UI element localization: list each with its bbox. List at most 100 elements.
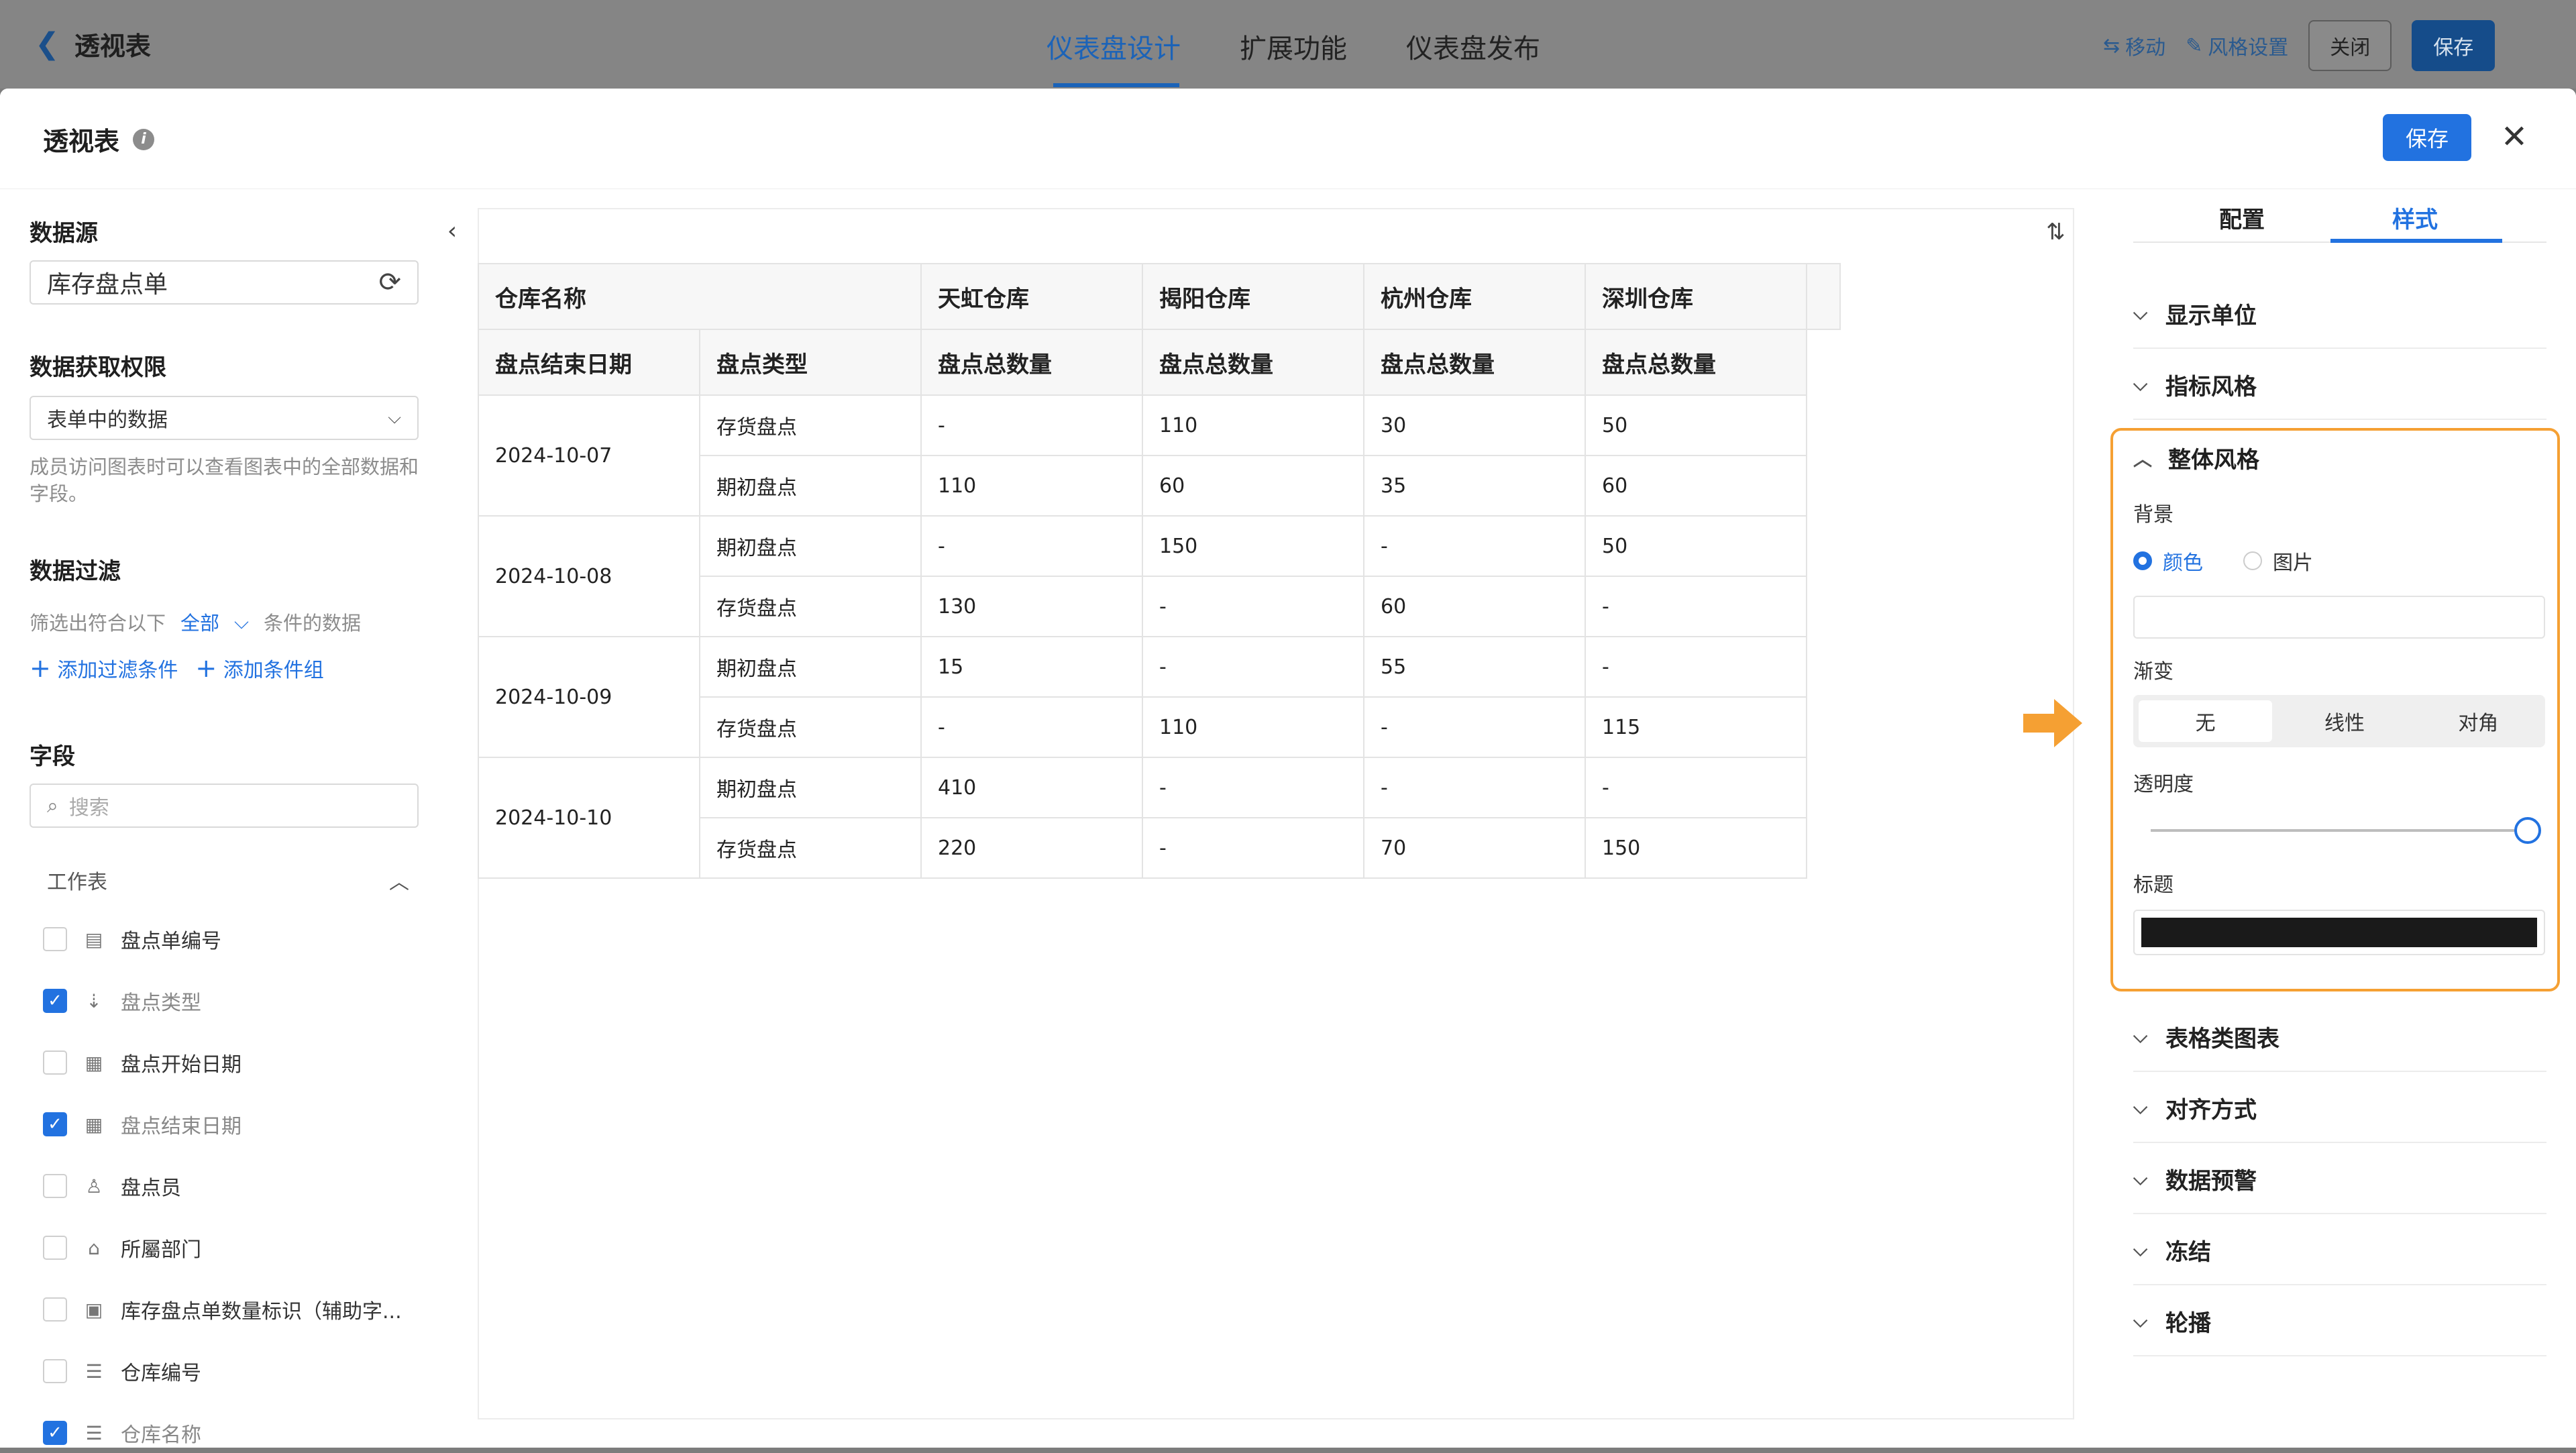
field-row[interactable]: ♙ 盘点员 [43, 1166, 419, 1206]
style-section[interactable]: ⌵ 对齐方式 [2133, 1073, 2546, 1143]
permission-label: 数据获取权限 [30, 354, 166, 381]
top-save-button[interactable]: 保存 [2412, 20, 2496, 71]
background-radio-group: 颜色 图片 [2133, 546, 2313, 576]
permission-value: 表单中的数据 [47, 409, 168, 432]
modal-title: 透视表 i [43, 121, 155, 158]
value-cell: 50 [1585, 394, 1807, 456]
add-filter-button[interactable]: + 添加过滤条件 [30, 653, 178, 683]
opacity-slider-track[interactable] [2151, 829, 2528, 832]
gradient-option-diagonal[interactable]: 对角 [2412, 695, 2545, 747]
section-overall-style[interactable]: ︿ 整体风格 [2133, 441, 2259, 474]
filter-scope-select[interactable]: 全部 [180, 608, 219, 636]
radio-image[interactable]: 图片 [2243, 546, 2313, 576]
section-display-unit-label: 显示单位 [2165, 302, 2257, 329]
close-icon[interactable]: ✕ [2496, 118, 2533, 156]
gradient-option-none[interactable]: 无 [2139, 700, 2273, 742]
style-section[interactable]: ⌵ 轮播 [2133, 1287, 2546, 1356]
tab-dashboard-publish[interactable]: 仪表盘发布 [1406, 27, 1540, 66]
field-search-input[interactable]: ⌕ 搜索 [30, 784, 419, 828]
section-indicator-style[interactable]: ⌵ 指标风格 [2133, 350, 2546, 420]
background-color-input[interactable] [2133, 596, 2545, 639]
brush-icon: ✎ [2186, 34, 2203, 58]
top-actions: ⇆ 移动 ✎ 风格设置 关闭 保存 [2103, 20, 2496, 71]
style-section[interactable]: ⌵ 冻结 [2133, 1216, 2546, 1285]
style-section-label: 数据预警 [2165, 1167, 2257, 1195]
back-button[interactable]: ❮ 透视表 [35, 25, 151, 62]
move-button[interactable]: ⇆ 移动 [2103, 31, 2165, 60]
value-cell: 410 [920, 757, 1143, 818]
value-cell: 70 [1363, 817, 1586, 879]
chevron-down-icon: ⌵ [234, 610, 250, 633]
field-row[interactable]: ▣ 库存盘点单数量标识（辅助字... [43, 1289, 419, 1330]
style-settings-button[interactable]: ✎ 风格设置 [2186, 31, 2288, 60]
tab-config[interactable]: 配置 [2219, 201, 2265, 234]
style-section[interactable]: ⌵ 表格类图表 [2133, 1002, 2546, 1072]
date-cell: 2024-10-09 [478, 636, 700, 758]
collapse-left-icon[interactable]: ‹ [433, 212, 471, 250]
header-cell: 天虹仓库 [920, 263, 1143, 330]
radio-color[interactable]: 颜色 [2133, 546, 2203, 576]
datasource-select[interactable]: 库存盘点单 ⟳ [30, 260, 419, 305]
field-row[interactable]: ✓ ⇣ 盘点类型 [43, 981, 419, 1021]
table-row: 2024-10-10 期初盘点 410- - - [478, 757, 1840, 879]
refresh-icon[interactable]: ⟳ [378, 267, 401, 298]
tab-style-underline [2330, 239, 2502, 243]
value-cell: 130 [920, 576, 1143, 637]
number-icon: ▣ [85, 1298, 103, 1321]
tab-style[interactable]: 样式 [2392, 201, 2438, 234]
opacity-slider-thumb[interactable] [2514, 817, 2541, 844]
modal-title-text: 透视表 [43, 127, 120, 156]
style-section[interactable]: ⌵ 数据预警 [2133, 1144, 2546, 1214]
checkbox[interactable] [43, 1236, 67, 1260]
style-section-label: 轮播 [2165, 1309, 2211, 1337]
modal-header [0, 89, 2576, 189]
field-row[interactable]: ✓ ▦ 盘点结束日期 [43, 1104, 419, 1144]
top-close-button[interactable]: 关闭 [2308, 20, 2392, 71]
field-row[interactable]: ▦ 盘点开始日期 [43, 1042, 419, 1083]
checkbox[interactable] [43, 1297, 67, 1322]
field-name: 库存盘点单数量标识（辅助字... [121, 1300, 402, 1324]
add-group-button[interactable]: + 添加条件组 [195, 653, 323, 683]
checkbox[interactable] [43, 927, 67, 951]
field-row[interactable]: ⌂ 所屬部门 [43, 1228, 419, 1268]
value-cell: 220 [920, 817, 1143, 879]
chevron-down-icon: ⌵ [2133, 1309, 2148, 1332]
swap-sort-icon[interactable]: ⇅ [2046, 219, 2065, 246]
field-row[interactable]: ☰ 仓库编号 [43, 1351, 419, 1391]
tab-extensions[interactable]: 扩展功能 [1240, 27, 1347, 66]
title-color-input[interactable] [2133, 910, 2545, 955]
field-name: 盘点员 [121, 1177, 181, 1200]
header-cell: 盘点类型 [699, 329, 922, 396]
permission-select[interactable]: 表单中的数据 ⌵ [30, 396, 419, 440]
field-row[interactable]: ▤ 盘点单编号 [43, 919, 419, 959]
chevron-down-icon: ⌵ [388, 407, 401, 428]
header-cell: 揭阳仓库 [1142, 263, 1364, 330]
worksheet-group-header[interactable]: 工作表 ︿ [47, 865, 409, 895]
gradient-segmented: 无 线性 对角 [2133, 695, 2545, 747]
section-display-unit[interactable]: ⌵ 显示单位 [2133, 279, 2546, 349]
plus-icon: + [30, 653, 51, 683]
style-section-label: 对齐方式 [2165, 1096, 2257, 1124]
gradient-option-linear[interactable]: 线性 [2277, 695, 2411, 747]
modal-save-button[interactable]: 保存 [2383, 114, 2471, 161]
chevron-left-icon: ❮ [35, 27, 60, 61]
text-lines-icon: ☰ [85, 1360, 103, 1383]
checkbox-checked[interactable]: ✓ [43, 989, 67, 1013]
header-cell: 盘点总数量 [1142, 329, 1364, 396]
section-overall-style-label: 整体风格 [2168, 447, 2260, 474]
field-row[interactable]: ✓ ☰ 仓库名称 [43, 1413, 419, 1453]
value-cell: - [1363, 696, 1586, 758]
checkbox-checked[interactable]: ✓ [43, 1421, 67, 1445]
checkbox[interactable] [43, 1359, 67, 1383]
fields-label: 字段 [30, 743, 75, 770]
tab-dashboard-design[interactable]: 仪表盘设计 [1046, 27, 1181, 66]
checkbox[interactable] [43, 1174, 67, 1198]
checkbox[interactable] [43, 1051, 67, 1075]
user-icon: ♙ [85, 1175, 103, 1197]
field-name: 盘点类型 [121, 991, 201, 1015]
chevron-up-icon: ︿ [389, 871, 409, 894]
checkbox-checked[interactable]: ✓ [43, 1112, 67, 1136]
value-cell: 150 [1142, 515, 1364, 577]
info-icon[interactable]: i [133, 128, 155, 150]
value-cell: - [1585, 757, 1807, 818]
